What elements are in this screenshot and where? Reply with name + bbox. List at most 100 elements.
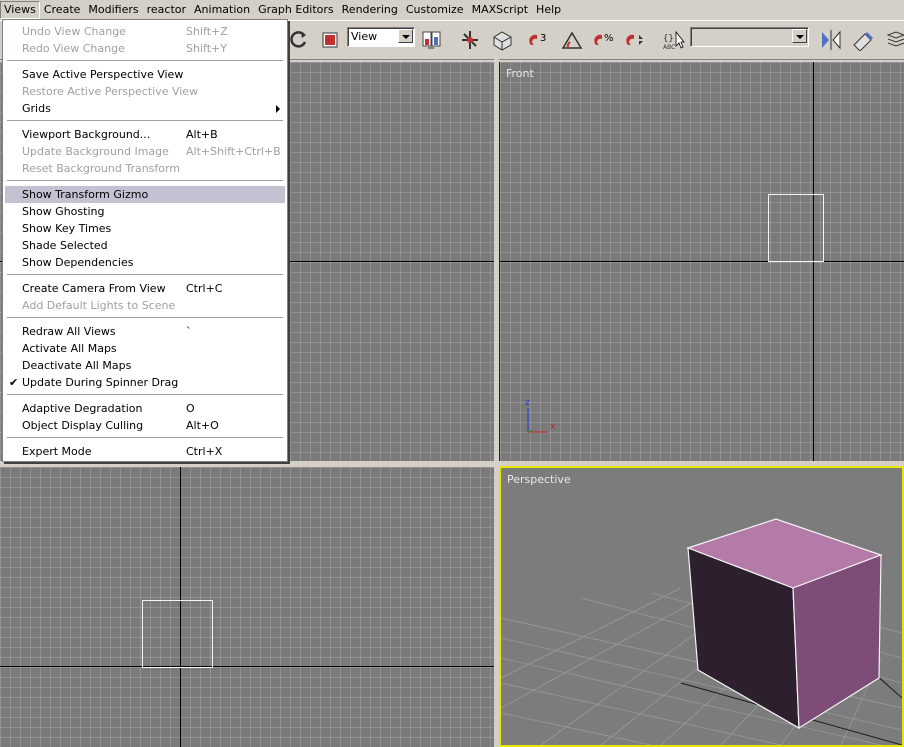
named-selection-set-dropdown[interactable]: [690, 27, 809, 47]
menu-item-label: Update During Spinner Drag: [22, 376, 179, 389]
menu-item-shortcut: Ctrl+C: [186, 282, 223, 295]
menu-item-restore-active-perspective-view[interactable]: Restore Active Perspective View: [5, 83, 285, 100]
chevron-down-icon: [398, 29, 413, 43]
submenu-arrow-icon: [276, 105, 280, 113]
menu-item-show-transform-gizmo[interactable]: Show Transform Gizmo: [5, 186, 285, 203]
menu-item-show-dependencies[interactable]: Show Dependencies: [5, 254, 285, 271]
menu-item-shortcut: Alt+Shift+Ctrl+B: [186, 145, 281, 158]
menu-separator: [7, 274, 283, 276]
menu-item-show-ghosting[interactable]: Show Ghosting: [5, 203, 285, 220]
rotate-icon[interactable]: [287, 28, 311, 52]
menu-item-reset-background-transform[interactable]: Reset Background Transform: [5, 160, 285, 177]
menu-item-label: Create Camera From View: [22, 282, 166, 295]
menu-item-label: Save Active Perspective View: [22, 68, 184, 81]
scale-icon[interactable]: [318, 28, 342, 52]
menu-graph-editors[interactable]: Graph Editors: [254, 1, 338, 19]
box-object-left[interactable]: [142, 600, 213, 668]
menu-item-shortcut: Alt+B: [186, 128, 218, 141]
viewport-label-front[interactable]: Front: [506, 67, 534, 80]
menu-item-grids[interactable]: Grids: [5, 100, 285, 117]
menu-item-deactivate-all-maps[interactable]: Deactivate All Maps: [5, 357, 285, 374]
menu-item-undo-view-change[interactable]: Undo View Change Shift+Z: [5, 23, 285, 40]
menu-item-label: Undo View Change: [22, 25, 126, 38]
viewport-perspective[interactable]: Perspective: [499, 466, 904, 747]
menu-item-label: Redo View Change: [22, 42, 125, 55]
svg-text:{}: {}: [663, 34, 674, 44]
menu-separator: [7, 437, 283, 439]
menu-item-label: Show Dependencies: [22, 256, 134, 269]
named-selection-sets-icon[interactable]: {} ABC: [662, 28, 686, 52]
menu-item-label: Restore Active Perspective View: [22, 85, 199, 98]
menu-views[interactable]: Views: [0, 1, 40, 19]
menu-modifiers[interactable]: Modifiers: [84, 1, 142, 19]
menu-animation[interactable]: Animation: [190, 1, 254, 19]
menu-separator: [7, 180, 283, 182]
menu-item-redraw-all-views[interactable]: Redraw All Views `: [5, 323, 285, 340]
menu-item-label: Adaptive Degradation: [22, 402, 143, 415]
reference-coordinate-value: View: [351, 30, 378, 43]
keyboard-shortcut-override-icon[interactable]: [490, 28, 514, 52]
menu-item-label: Update Background Image: [22, 145, 169, 158]
pivot-center-icon[interactable]: [419, 28, 443, 52]
menu-item-update-during-spinner-drag[interactable]: ✔ Update During Spinner Drag: [5, 374, 285, 391]
menu-item-label: Object Display Culling: [22, 419, 144, 432]
percent-snap-icon[interactable]: %: [592, 28, 616, 52]
menu-item-save-active-perspective-view[interactable]: Save Active Perspective View: [5, 66, 285, 83]
svg-text:ABC: ABC: [663, 44, 675, 51]
chevron-down-icon: [792, 29, 807, 43]
svg-text:%: %: [604, 33, 614, 44]
menu-item-shortcut: O: [186, 402, 195, 415]
menu-item-label: Deactivate All Maps: [22, 359, 132, 372]
menu-item-redo-view-change[interactable]: Redo View Change Shift+Y: [5, 40, 285, 57]
select-manipulate-icon[interactable]: [458, 28, 482, 52]
menu-item-add-default-lights-to-scene[interactable]: Add Default Lights to Scene: [5, 297, 285, 314]
menu-item-label: Viewport Background...: [22, 128, 151, 141]
menu-customize[interactable]: Customize: [402, 1, 468, 19]
menu-item-activate-all-maps[interactable]: Activate All Maps: [5, 340, 285, 357]
perspective-scene: [501, 518, 902, 745]
menu-item-update-background-image[interactable]: Update Background Image Alt+Shift+Ctrl+B: [5, 143, 285, 160]
layer-manager-icon[interactable]: [884, 28, 904, 52]
menu-item-create-camera-from-view[interactable]: Create Camera From View Ctrl+C: [5, 280, 285, 297]
menu-item-label: Expert Mode: [22, 445, 92, 458]
menu-item-label: Add Default Lights to Scene: [22, 299, 176, 312]
menu-item-viewport-background[interactable]: Viewport Background... Alt+B: [5, 126, 285, 143]
menu-help[interactable]: Help: [532, 1, 565, 19]
menu-separator: [7, 317, 283, 319]
menu-item-shortcut: Ctrl+X: [186, 445, 223, 458]
viewport-left[interactable]: [0, 467, 494, 747]
views-menu: Undo View Change Shift+Z Redo View Change S…: [2, 19, 288, 462]
reference-coordinate-dropdown[interactable]: View: [347, 27, 415, 47]
menu-item-shortcut: Shift+Z: [186, 25, 228, 38]
menu-create[interactable]: Create: [40, 1, 85, 19]
menu-item-shade-selected[interactable]: Shade Selected: [5, 237, 285, 254]
axis-z-label: z: [525, 398, 530, 408]
menu-separator: [7, 60, 283, 62]
align-icon[interactable]: [851, 28, 875, 52]
axis-x-label: x: [550, 422, 556, 432]
mirror-icon[interactable]: [819, 28, 843, 52]
grid-axis-horizontal: [500, 261, 904, 262]
angle-snap-icon[interactable]: [560, 28, 584, 52]
menu-maxscript[interactable]: MAXScript: [468, 1, 532, 19]
menu-item-expert-mode[interactable]: Expert Mode Ctrl+X: [5, 443, 285, 460]
menu-item-label: Show Ghosting: [22, 205, 105, 218]
menu-item-label: Activate All Maps: [22, 342, 117, 355]
box-object-front[interactable]: [768, 194, 824, 262]
menu-rendering[interactable]: Rendering: [338, 1, 402, 19]
menu-reactor[interactable]: reactor: [143, 1, 190, 19]
spinner-snap-icon[interactable]: [624, 28, 648, 52]
menu-item-shortcut: Alt+O: [186, 419, 219, 432]
menu-item-label: Grids: [22, 102, 51, 115]
snap-3d-icon[interactable]: 3: [527, 28, 551, 52]
menu-item-label: Redraw All Views: [22, 325, 116, 338]
menu-item-adaptive-degradation[interactable]: Adaptive Degradation O: [5, 400, 285, 417]
checkmark-icon: ✔: [9, 376, 19, 389]
svg-text:3: 3: [540, 33, 546, 44]
menu-item-object-display-culling[interactable]: Object Display Culling Alt+O: [5, 417, 285, 434]
viewport-front[interactable]: Front z x: [499, 62, 904, 461]
menu-item-label: Shade Selected: [22, 239, 108, 252]
menu-item-show-key-times[interactable]: Show Key Times: [5, 220, 285, 237]
menu-item-shortcut: `: [186, 325, 192, 338]
menu-item-label: Show Key Times: [22, 222, 112, 235]
